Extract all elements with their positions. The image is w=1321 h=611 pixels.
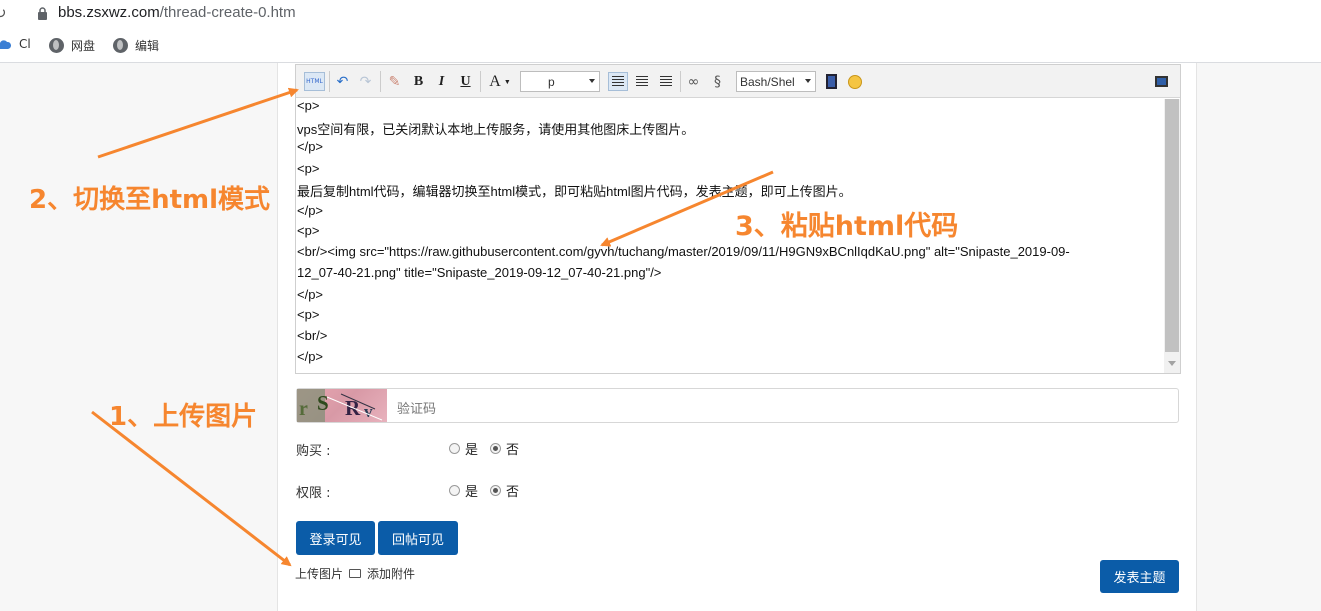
annotation-step3: 3、粘贴html代码 — [735, 211, 959, 242]
emoticon-icon[interactable] — [845, 72, 864, 91]
source-line: <br/><img src="https://raw.githubusercon… — [297, 244, 1070, 259]
annotation-step2: 2、切换至html模式 — [29, 185, 271, 215]
align-right-icon — [659, 75, 672, 88]
captcha-image[interactable]: r S R v — [297, 389, 387, 422]
radio-label: 否 — [506, 443, 520, 458]
publish-button[interactable]: 发表主题 — [1100, 560, 1179, 593]
source-line: </p> — [297, 139, 324, 154]
bookmarks-bar: Cl 网盘 编辑 — [0, 28, 1321, 63]
editor-scrollbar[interactable] — [1164, 99, 1180, 373]
source-line: <br/> — [297, 328, 328, 343]
chevron-down-icon: ▼ — [503, 77, 511, 86]
buy-label: 购买 : — [296, 444, 331, 459]
radio-label: 否 — [506, 485, 520, 500]
source-line: 12_07-40-21.png" title="Snipaste_2019-09… — [297, 265, 662, 280]
bookmark-netdisk[interactable]: 网盘 — [49, 37, 95, 54]
align-center-button[interactable] — [632, 72, 651, 91]
source-line: </p> — [297, 287, 324, 302]
address-bar[interactable]: ↻ bbs.zsxwz.com/thread-create-0.htm — [0, 0, 1321, 28]
html-mode-button[interactable]: HTML — [304, 72, 325, 91]
fullscreen-icon[interactable] — [1152, 72, 1171, 91]
link-icon[interactable]: ∞ — [684, 72, 703, 91]
font-color-label: A — [489, 72, 501, 90]
media-icon[interactable] — [822, 72, 841, 91]
add-attachment-link[interactable]: 添加附件 — [367, 565, 415, 582]
globe-icon — [49, 38, 64, 53]
perm-yes-radio[interactable]: 是 — [449, 481, 478, 500]
arrow-to-html-button — [97, 87, 299, 159]
url-text[interactable]: bbs.zsxwz.com/thread-create-0.htm — [58, 4, 296, 21]
radio-dot — [449, 485, 460, 496]
globe-icon — [113, 38, 128, 53]
bold-button[interactable]: B — [409, 72, 428, 91]
arrow-to-upload-link — [91, 410, 292, 567]
underline-button[interactable]: U — [456, 72, 475, 91]
code-language-value: Bash/Shel — [740, 74, 795, 89]
bookmark-cl[interactable]: Cl — [0, 37, 31, 51]
radio-label: 是 — [465, 485, 479, 500]
source-line: </p> — [297, 203, 324, 218]
smiley-face — [847, 74, 862, 89]
format-select-value: p — [548, 74, 555, 89]
film-strip — [826, 74, 837, 89]
radio-dot — [490, 443, 501, 454]
captcha-field: r S R v 验证码 — [296, 388, 1179, 423]
annotation-step1: 1、上传图片 — [109, 402, 258, 432]
bookmark-edit[interactable]: 编辑 — [113, 37, 159, 54]
buy-yes-radio[interactable]: 是 — [449, 439, 478, 458]
scrollbar-thumb[interactable] — [1165, 99, 1179, 352]
bookmark-label: 网盘 — [71, 39, 96, 53]
reload-icon[interactable]: ↻ — [0, 4, 7, 22]
source-line: 最后复制html代码，编辑器切换至html模式，即可粘贴html图片代码，发表主… — [297, 184, 852, 199]
folder-icon — [349, 569, 362, 578]
align-center-icon — [635, 75, 648, 88]
source-line: <p> — [297, 98, 320, 113]
align-left-button[interactable] — [608, 72, 628, 91]
captcha-char: r — [299, 398, 308, 420]
bookmark-label: Cl — [19, 37, 31, 51]
editor-toolbar: HTML ↶ ↷ ✎ B I U A ▼ p ∞ § Bash/Shel — [296, 65, 1180, 98]
perm-no-radio[interactable]: 否 — [490, 481, 519, 500]
source-line: <p> — [297, 223, 320, 238]
captcha-char: S — [317, 391, 329, 415]
align-right-button[interactable] — [656, 72, 675, 91]
italic-button[interactable]: I — [432, 72, 451, 91]
code-language-select[interactable]: Bash/Shel — [736, 71, 816, 92]
source-line: vps空间有限，已关闭默认本地上传服务，请使用其他图床上传图片。 — [297, 122, 695, 137]
format-select[interactable]: p — [520, 71, 600, 92]
upload-links: 上传图片 添加附件 — [295, 565, 415, 582]
login-visible-button[interactable]: 登录可见 — [296, 521, 375, 555]
undo-icon[interactable]: ↶ — [333, 72, 352, 91]
radio-dot — [490, 485, 501, 496]
source-line: </p> — [297, 349, 324, 364]
source-line: <p> — [297, 307, 320, 322]
font-color-button[interactable]: A ▼ — [485, 72, 515, 91]
permission-label: 权限 : — [296, 486, 331, 501]
captcha-drawing: r S R v — [297, 389, 383, 422]
chevron-down-icon — [589, 79, 595, 83]
bookmark-label: 编辑 — [135, 39, 160, 53]
buy-no-radio[interactable]: 否 — [490, 439, 519, 458]
unlink-icon[interactable]: § — [708, 72, 727, 91]
upload-image-link[interactable]: 上传图片 — [295, 565, 343, 582]
radio-dot — [449, 443, 460, 454]
redo-icon[interactable]: ↷ — [356, 72, 375, 91]
lock-icon — [38, 7, 47, 20]
cloud-icon — [0, 39, 11, 49]
reply-visible-button[interactable]: 回帖可见 — [378, 521, 458, 555]
scroll-down-icon[interactable] — [1168, 361, 1176, 366]
radio-label: 是 — [465, 443, 479, 458]
monitor-shape — [1155, 76, 1168, 87]
captcha-input[interactable]: 验证码 — [397, 398, 436, 417]
source-line: <p> — [297, 161, 320, 176]
html-source-area[interactable]: <p> vps空间有限，已关闭默认本地上传服务，请使用其他图床上传图片。 </p… — [296, 98, 1164, 373]
eraser-icon[interactable]: ✎ — [385, 72, 404, 91]
align-left-icon — [612, 75, 624, 88]
chevron-down-icon — [805, 79, 811, 83]
